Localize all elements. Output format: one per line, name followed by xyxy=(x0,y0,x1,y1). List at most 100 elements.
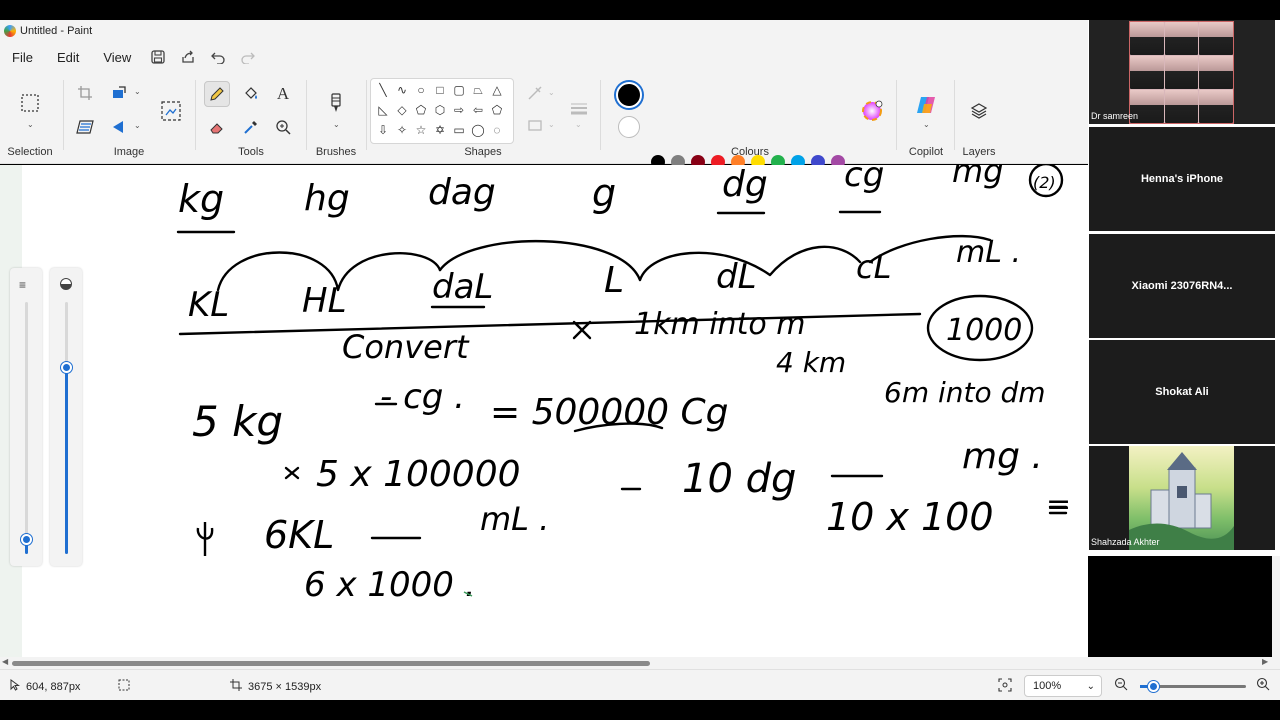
ink-10dg: 10 dg xyxy=(682,456,796,502)
brush-size-track[interactable] xyxy=(25,302,28,554)
rotate-dropdown-icon[interactable]: ⌄ xyxy=(134,121,141,130)
horizontal-scrollbar[interactable]: ◀ ▶ xyxy=(0,657,1272,669)
oval-shape-icon[interactable]: ○ xyxy=(412,81,430,99)
rectangle-shape-icon[interactable]: □ xyxy=(431,81,449,99)
resize-icon[interactable] xyxy=(106,80,132,106)
participant-tile[interactable]: Shokat Ali xyxy=(1089,340,1275,444)
down-arrow-shape-icon[interactable]: ⇩ xyxy=(374,121,392,139)
zoom-dropdown[interactable]: 100% ⌄ xyxy=(1024,675,1102,697)
polygon-shape-icon[interactable]: ⏢ xyxy=(469,81,487,99)
opacity-knob[interactable] xyxy=(61,362,72,373)
pencil-icon[interactable] xyxy=(204,81,230,107)
layers-group: Layers xyxy=(956,72,1002,164)
pointer-icon xyxy=(10,679,21,694)
canvas-area: kg hg dag g dg cg mg (2) KL HL daL L dL … xyxy=(0,165,1088,657)
cloud-callout-shape-icon[interactable]: ◌ xyxy=(488,121,506,139)
rotate-icon[interactable] xyxy=(106,114,132,140)
image-skew-icon[interactable] xyxy=(72,114,98,140)
secondary-color[interactable] xyxy=(618,116,640,138)
screen: Untitled - Paint File Edit View ⌄ Select… xyxy=(0,0,1280,720)
zoom-slider-knob[interactable] xyxy=(1148,681,1159,692)
ink-mL: mL . xyxy=(956,235,1021,270)
ink-mg-dash: mg . xyxy=(962,436,1043,477)
pentagon-arrow-shape-icon[interactable]: ⬠ xyxy=(488,101,506,119)
image-select-icon[interactable] xyxy=(158,98,184,124)
brush-icon[interactable] xyxy=(323,90,349,116)
colours-label: Colours xyxy=(731,146,769,158)
color-picker-icon[interactable] xyxy=(238,114,264,140)
ink-strokes xyxy=(176,165,1068,540)
shapes-label: Shapes xyxy=(464,146,502,158)
menu-bar: File Edit View xyxy=(0,42,1088,72)
image-label: Image xyxy=(113,146,145,158)
horizontal-scroll-thumb[interactable] xyxy=(12,661,650,666)
participant-tile[interactable]: Xiaomi 23076RN4... xyxy=(1089,234,1275,338)
zoom-out-icon[interactable] xyxy=(1114,677,1128,691)
scroll-left-icon[interactable]: ◀ xyxy=(2,657,8,666)
speech-bubble-shape-icon[interactable]: ▭ xyxy=(450,121,468,139)
triangle-shape-icon[interactable]: △ xyxy=(488,81,506,99)
oval-callout-shape-icon[interactable]: ◯ xyxy=(469,121,487,139)
six-point-star-shape-icon[interactable]: ✡ xyxy=(431,121,449,139)
line-size-dropdown-icon[interactable]: ⌄ xyxy=(575,120,582,129)
shapes-gallery: ╲ ∿ ○ □ ▢ ⏢ △ ◺ ◇ ⬠ ⬡ ⇨ ⇦ ⬠ ⇩ ✧ ☆ ✡ ▭ ◯ … xyxy=(370,78,514,144)
share-icon[interactable] xyxy=(173,44,203,70)
opacity-fill xyxy=(65,366,68,554)
menu-file[interactable]: File xyxy=(0,50,45,65)
five-point-star-shape-icon[interactable]: ☆ xyxy=(412,121,430,139)
selection-dropdown-icon[interactable]: ⌄ xyxy=(27,120,34,129)
edit-colors-icon[interactable] xyxy=(859,98,885,124)
primary-color[interactable] xyxy=(616,82,642,108)
participant-tile[interactable]: Dr samreen xyxy=(1089,20,1275,124)
status-bar: 604, 887px 3675 × 1539px 100% ⌄ xyxy=(0,669,1280,700)
right-arrow-shape-icon[interactable]: ⇨ xyxy=(450,101,468,119)
paint-app-icon xyxy=(4,25,16,37)
scroll-right-icon[interactable]: ▶ xyxy=(1262,657,1268,666)
curve-shape-icon[interactable]: ∿ xyxy=(393,81,411,99)
shape-fill-icon[interactable] xyxy=(522,112,548,138)
brushes-dropdown-icon[interactable]: ⌄ xyxy=(333,120,340,129)
copilot-icon[interactable] xyxy=(913,92,939,118)
undo-icon[interactable] xyxy=(203,44,233,70)
pentagon-shape-icon[interactable]: ⬠ xyxy=(412,101,430,119)
drawing-canvas[interactable]: kg hg dag g dg cg mg (2) KL HL daL L dL … xyxy=(22,165,1088,657)
ink-cL: cL xyxy=(856,248,891,286)
menu-view[interactable]: View xyxy=(91,50,143,65)
line-size-icon[interactable] xyxy=(566,96,592,122)
layers-icon[interactable] xyxy=(966,98,992,124)
right-triangle-shape-icon[interactable]: ◺ xyxy=(374,101,392,119)
outline-dropdown-icon[interactable]: ⌄ xyxy=(548,88,555,97)
save-icon[interactable] xyxy=(143,44,173,70)
diamond-shape-icon[interactable]: ◇ xyxy=(393,101,411,119)
ink-kg: kg xyxy=(178,177,224,221)
eraser-icon[interactable] xyxy=(204,114,230,140)
crop-icon[interactable] xyxy=(72,80,98,106)
canvas-size: 3675 × 1539px xyxy=(230,679,321,694)
participant-name: Shokat Ali xyxy=(1155,386,1209,398)
hexagon-shape-icon[interactable]: ⬡ xyxy=(431,101,449,119)
text-tool-icon[interactable]: A xyxy=(270,81,296,107)
fill-dropdown-icon[interactable]: ⌄ xyxy=(548,120,555,129)
resize-dropdown-icon[interactable]: ⌄ xyxy=(134,87,141,96)
magnifier-icon[interactable] xyxy=(270,114,296,140)
copilot-dropdown-icon[interactable]: ⌄ xyxy=(923,120,930,129)
ribbon: ⌄ Selection ⌄ ⌄ Image A Tools ⌄ Brushes … xyxy=(0,72,1088,209)
selection-rectangle-icon[interactable] xyxy=(17,90,43,116)
shape-outline-icon[interactable] xyxy=(522,80,548,106)
rounded-rectangle-shape-icon[interactable]: ▢ xyxy=(450,81,468,99)
participant-name: Henna's iPhone xyxy=(1140,173,1224,185)
ink-10x100: 10 x 100 xyxy=(826,495,994,539)
menu-edit[interactable]: Edit xyxy=(45,50,91,65)
brushes-group: ⌄ Brushes xyxy=(308,72,364,164)
zoom-in-icon[interactable] xyxy=(1256,677,1270,691)
fit-to-window-icon[interactable] xyxy=(998,678,1012,692)
brush-size-knob[interactable] xyxy=(21,534,32,545)
participant-tile[interactable]: Henna's iPhone xyxy=(1089,127,1275,231)
fill-bucket-icon[interactable] xyxy=(238,81,264,107)
line-shape-icon[interactable]: ╲ xyxy=(374,81,392,99)
left-arrow-shape-icon[interactable]: ⇦ xyxy=(469,101,487,119)
participant-tile[interactable]: Shahzada Akhter xyxy=(1089,446,1275,550)
four-point-star-shape-icon[interactable]: ✧ xyxy=(393,121,411,139)
redo-icon[interactable] xyxy=(233,44,263,70)
colours-group: Colours xyxy=(604,72,896,164)
